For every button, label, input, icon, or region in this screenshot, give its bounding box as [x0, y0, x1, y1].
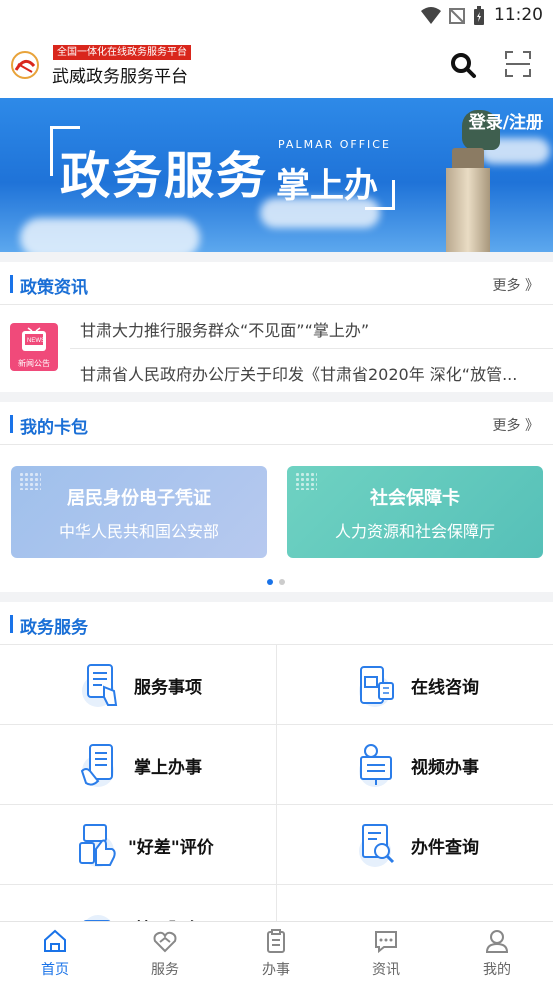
rating-button[interactable]: "好差"评价: [0, 805, 276, 885]
rating-icon: [79, 824, 116, 867]
mobile-affairs-icon: [80, 744, 114, 787]
news-announcement-icon: NEWS 新闻公告: [10, 323, 58, 371]
banner-subtitle-en: PALMAR OFFICE: [278, 138, 391, 151]
section-accent-bar: [10, 615, 13, 633]
online-consult-button[interactable]: 在线咨询: [277, 645, 553, 725]
pager-dot-active[interactable]: [267, 579, 273, 585]
monument-tower: [446, 168, 490, 252]
service-label: 视频办事: [411, 758, 479, 778]
section-header: 我的卡包 更多 》: [0, 402, 553, 445]
tab-profile[interactable]: 我的: [442, 922, 552, 983]
svg-text:NEWS: NEWS: [27, 338, 45, 344]
banner-subtitle: 掌上办: [276, 166, 378, 206]
banner-dot: [250, 158, 258, 166]
affairs-icon: [267, 929, 285, 953]
service-items-button[interactable]: 服务事项: [0, 645, 276, 725]
bottom-tab-bar: 首页 服务 办事 资讯 我的: [0, 921, 553, 983]
tab-label: 我的: [483, 962, 511, 978]
section-title: 我的卡包: [20, 418, 88, 438]
service-label: 掌上办事: [134, 758, 202, 778]
news-icon: [375, 931, 397, 954]
profile-icon: [485, 930, 509, 953]
login-register-link[interactable]: 登录/注册: [469, 108, 543, 133]
tab-service[interactable]: 服务: [110, 922, 220, 983]
service-label: 办件查询: [411, 838, 479, 858]
wifi-icon: [421, 7, 441, 24]
app-header: 全国一体化在线政务服务平台 武威政务服务平台: [0, 32, 553, 98]
home-icon: [44, 929, 66, 952]
mobile-affairs-button[interactable]: 掌上办事: [0, 725, 276, 805]
section-accent-bar: [10, 415, 13, 433]
social-security-card[interactable]: 社会保障卡 人力资源和社会保障厅: [287, 466, 543, 558]
more-link[interactable]: 更多 》: [493, 275, 539, 295]
promo-banner[interactable]: 政务服务 PALMAR OFFICE 掌上办 登录/注册: [0, 98, 553, 252]
cloud-shape: [20, 218, 200, 252]
app-title: 武威政务服务平台: [52, 67, 188, 87]
pager-dot[interactable]: [279, 579, 285, 585]
tab-affairs[interactable]: 办事: [221, 922, 331, 983]
banner-title: 政务服务: [60, 147, 268, 205]
service-label: "好差"评价: [128, 838, 214, 858]
search-icon[interactable]: [449, 51, 477, 79]
status-bar: 11:20: [0, 0, 553, 32]
case-query-icon: [359, 824, 395, 867]
case-query-button[interactable]: 办件查询: [277, 805, 553, 885]
status-icons: [421, 6, 485, 26]
section-title: 政策资讯: [20, 278, 88, 298]
divider: [70, 348, 553, 349]
battery-icon: [474, 6, 484, 25]
wuwei-logo-icon: [11, 51, 39, 79]
tab-home[interactable]: 首页: [0, 922, 110, 983]
news-item[interactable]: 甘肃大力推行服务群众“不见面”“掌上办”: [80, 317, 543, 341]
tab-label: 办事: [262, 962, 290, 978]
app-root: 11:20 全国一体化在线政务服务平台 武威政务服务平台 政务服务 PALMAR…: [0, 0, 553, 983]
service-items-icon: [82, 664, 118, 707]
news-item[interactable]: 甘肃省人民政府办公厅关于印发《甘肃省2020年 深化“放管...: [80, 361, 543, 385]
no-signal-icon: [449, 8, 465, 24]
tab-news[interactable]: 资讯: [331, 922, 441, 983]
section-header: 政务服务: [0, 602, 553, 645]
news-icon-label: 新闻公告: [18, 359, 50, 368]
scan-icon[interactable]: [504, 50, 532, 78]
id-card[interactable]: 居民身份电子凭证 中华人民共和国公安部: [11, 466, 267, 558]
service-label: 在线咨询: [411, 678, 479, 698]
section-accent-bar: [10, 275, 13, 293]
grid-divider: [276, 645, 277, 935]
section-title: 政务服务: [20, 618, 88, 638]
video-affairs-icon: [359, 744, 392, 787]
card-issuer: 中华人民共和国公安部: [58, 522, 219, 541]
online-consult-icon: [359, 666, 394, 707]
platform-tagline: 全国一体化在线政务服务平台: [53, 45, 191, 60]
card-issuer: 人力资源和社会保障厅: [334, 522, 495, 541]
tab-label: 首页: [41, 962, 69, 978]
tab-label: 资讯: [372, 962, 400, 978]
video-affairs-button[interactable]: 视频办事: [277, 725, 553, 805]
card-name: 社会保障卡: [370, 488, 460, 509]
section-header: 政策资讯 更多 》: [0, 262, 553, 305]
tab-label: 服务: [151, 962, 179, 978]
service-icon: [153, 931, 177, 953]
status-time: 11:20: [494, 5, 543, 25]
service-label: 服务事项: [134, 678, 202, 698]
card-name: 居民身份电子凭证: [67, 488, 211, 509]
more-link[interactable]: 更多 》: [493, 415, 539, 435]
